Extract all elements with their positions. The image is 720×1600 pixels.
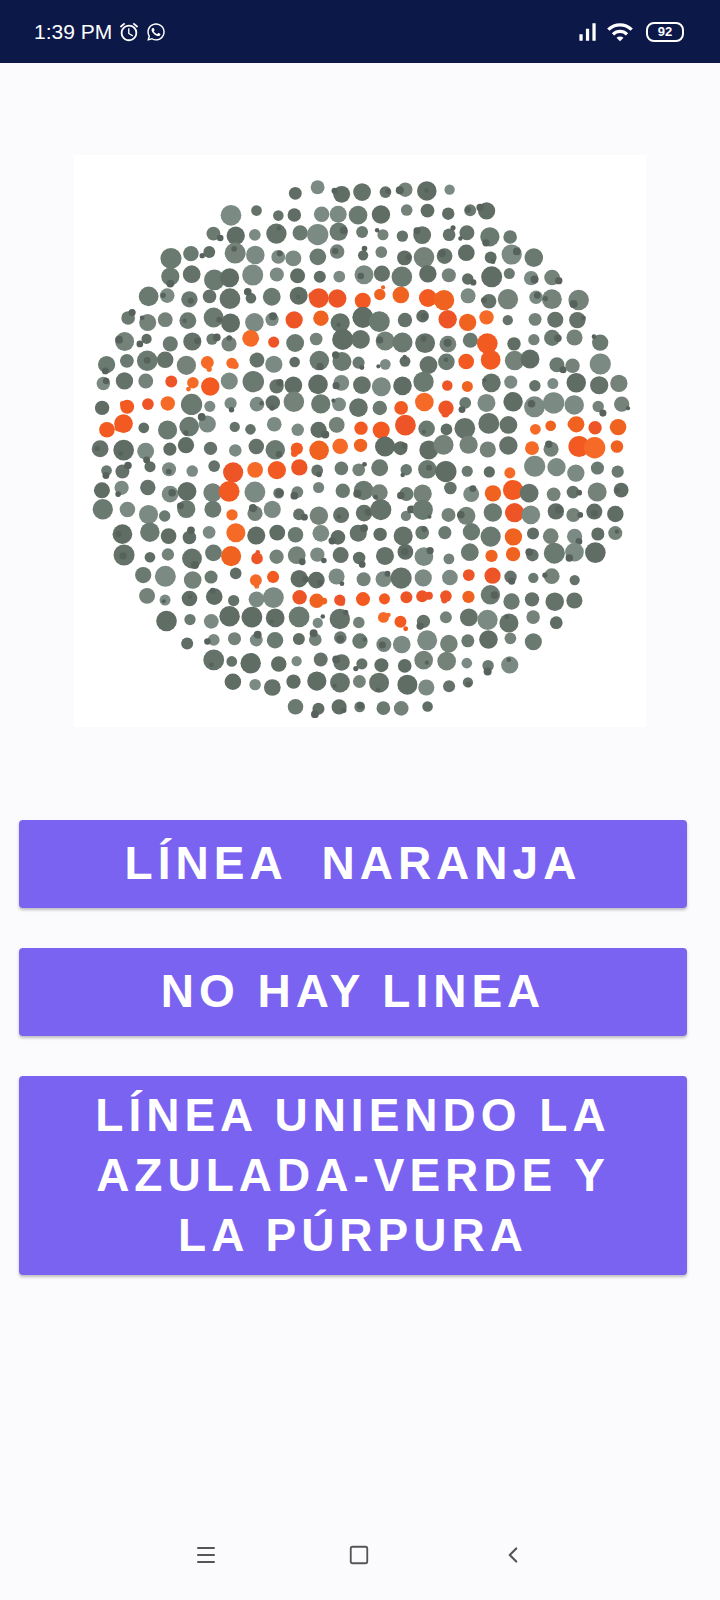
alarm-icon [118,21,140,43]
answer-list: LÍNEA NARANJA NO HAY LINEA LÍNEA UNIENDO L… [0,820,720,1275]
whatsapp-icon [146,22,166,42]
signal-icon [574,19,600,45]
status-left: 1:39 PM [34,20,166,44]
status-bar: 1:39 PM 92 [0,0,720,63]
menu-icon[interactable] [194,1543,218,1567]
answer-button[interactable]: LÍNEA NARANJA [19,820,687,908]
answer-button[interactable]: NO HAY LINEA [19,948,687,1036]
wifi-icon [606,18,634,46]
navigation-bar [0,1510,720,1600]
back-icon[interactable] [500,1542,526,1568]
status-time: 1:39 PM [34,20,112,44]
home-icon[interactable] [348,1544,370,1566]
color-plate [74,155,646,727]
battery-icon: 92 [646,22,684,42]
status-right: 92 [574,18,684,46]
screen: 1:39 PM92LÍNEA NARANJANO HAY LINEALÍNEA … [0,0,720,1600]
plate-container [0,155,720,727]
answer-button[interactable]: LÍNEA UNIENDO LA AZULADA-VERDE Y LA PÚRP… [19,1076,687,1275]
